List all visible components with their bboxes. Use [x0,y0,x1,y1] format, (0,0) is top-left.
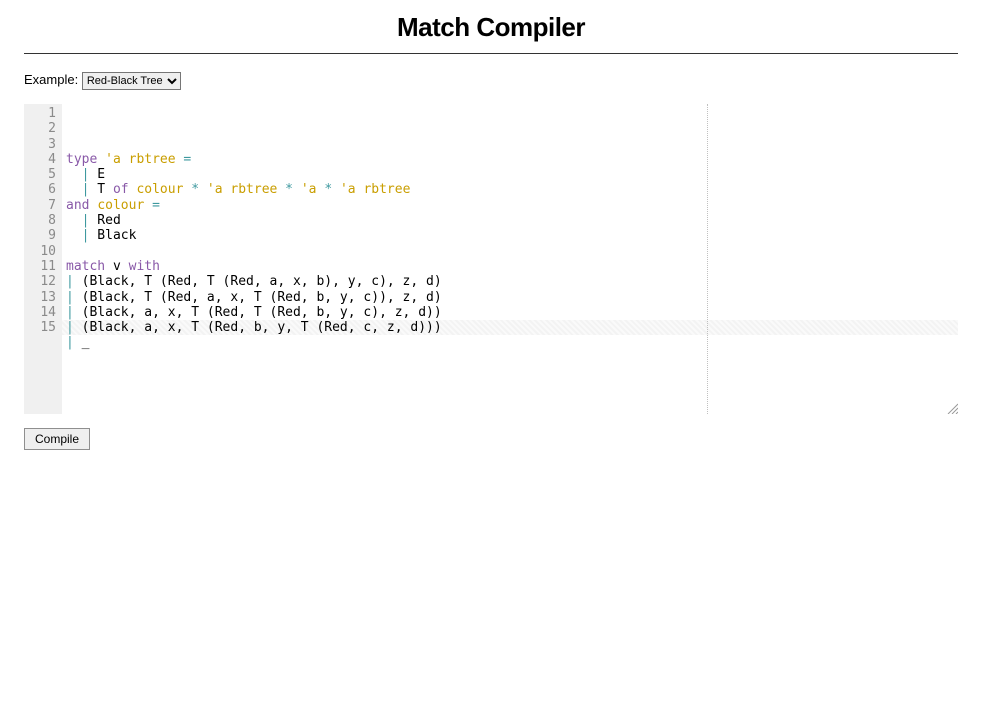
line-number: 7 [34,198,56,213]
code-line: type 'a rbtree = [66,152,954,167]
code-editor[interactable]: 123456789101112131415 type 'a rbtree = |… [24,104,958,414]
line-number: 10 [34,244,56,259]
code-line: | (Black, a, x, T (Red, T (Red, b, y, c)… [66,305,954,320]
divider [24,53,958,54]
code-line: | Black [66,228,954,243]
page-title: Match Compiler [24,12,958,43]
line-number-gutter: 123456789101112131415 [24,104,62,414]
compile-button[interactable]: Compile [24,428,90,450]
line-number: 4 [34,152,56,167]
code-line: match v with [66,259,954,274]
line-number: 12 [34,274,56,289]
code-line: | T of colour * 'a rbtree * 'a * 'a rbtr… [66,182,954,197]
code-line: | Red [66,213,954,228]
line-number: 6 [34,182,56,197]
code-line [66,351,954,366]
code-area[interactable]: type 'a rbtree = | E | T of colour * 'a … [62,104,958,414]
example-select[interactable]: Red-Black Tree [82,72,181,90]
line-number: 13 [34,290,56,305]
line-number: 11 [34,259,56,274]
line-number: 8 [34,213,56,228]
code-line [66,244,954,259]
code-line: | (Black, T (Red, T (Red, a, x, b), y, c… [66,274,954,289]
resize-handle[interactable] [946,402,958,414]
code-line: | (Black, a, x, T (Red, b, y, T (Red, c,… [66,320,954,335]
code-line: | (Black, T (Red, a, x, T (Red, b, y, c)… [66,290,954,305]
line-number: 3 [34,137,56,152]
line-number: 9 [34,228,56,243]
code-line: | _ [66,335,954,350]
line-number: 14 [34,305,56,320]
code-line [66,366,954,381]
line-number: 5 [34,167,56,182]
line-number: 2 [34,121,56,136]
code-line: | E [66,167,954,182]
example-label: Example: [24,72,78,87]
code-line: and colour = [66,198,954,213]
line-number: 1 [34,106,56,121]
line-number: 15 [34,320,56,335]
